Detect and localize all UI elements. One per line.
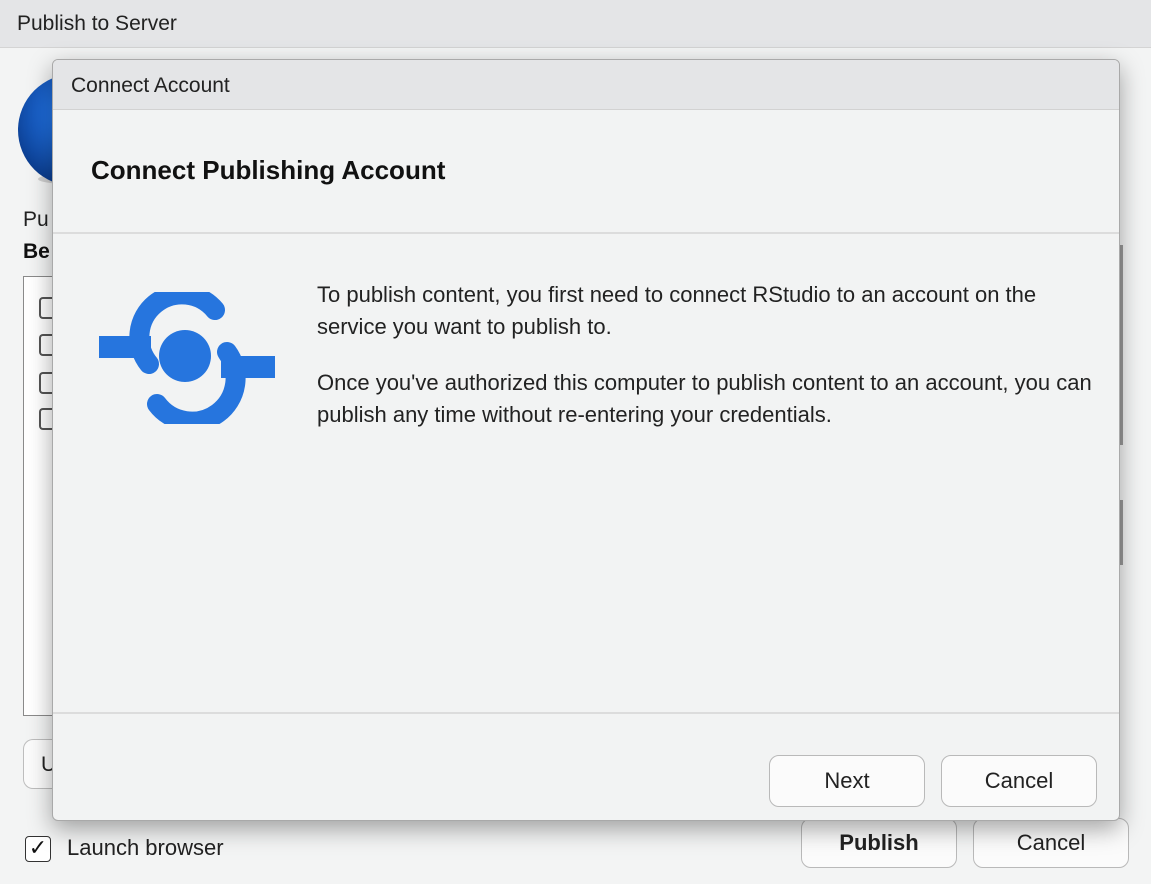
connect-account-dialog: Connect Account Connect Publishing Accou… [52, 59, 1120, 821]
outer-titlebar: Publish to Server [0, 0, 1151, 48]
divider [53, 712, 1119, 714]
outer-cancel-button[interactable]: Cancel [973, 818, 1129, 868]
dialog-title: Connect Account [71, 74, 230, 97]
cancel-button[interactable]: Cancel [941, 755, 1097, 807]
dialog-description-1: To publish content, you first need to co… [317, 282, 1037, 339]
outer-partial-bold-text: Be [23, 240, 50, 263]
checkmark-icon: ✓ [28, 835, 48, 860]
next-button[interactable]: Next [769, 755, 925, 807]
dialog-titlebar: Connect Account [53, 60, 1119, 110]
divider [53, 232, 1119, 234]
publish-button[interactable]: Publish [801, 818, 957, 868]
launch-browser-checkbox[interactable]: ✓ [25, 836, 51, 862]
connect-service-icon [99, 292, 275, 424]
outer-window-title: Publish to Server [17, 12, 177, 35]
dialog-description-2: Once you've authorized this computer to … [317, 370, 1092, 427]
launch-browser-label: Launch browser [67, 835, 224, 860]
outer-partial-text: Pu [23, 208, 49, 231]
dialog-heading: Connect Publishing Account [91, 155, 446, 185]
